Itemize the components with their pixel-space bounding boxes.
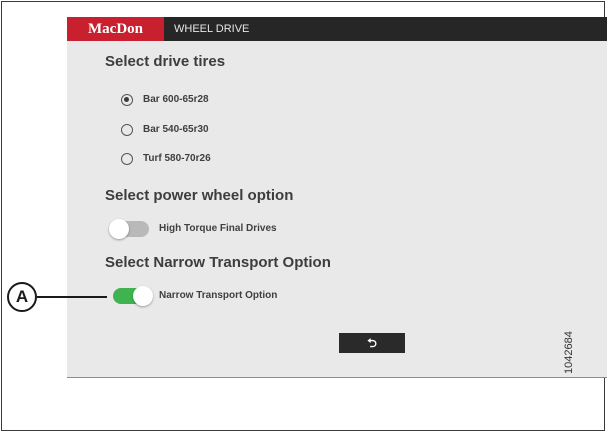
title-bar: MacDon WHEEL DRIVE xyxy=(67,17,607,41)
radio-checked-icon[interactable] xyxy=(121,94,133,106)
power-wheel-heading: Select power wheel option xyxy=(105,187,294,204)
high-torque-label: High Torque Final Drives xyxy=(159,223,277,234)
radio-unchecked-icon[interactable] xyxy=(121,124,133,136)
figure-number: 1042684 xyxy=(563,331,575,374)
figure-frame: MacDon WHEEL DRIVE Select drive tires Ba… xyxy=(1,1,607,431)
callout-leader-line xyxy=(37,296,107,298)
back-arrow-icon: ⮌ xyxy=(367,336,377,350)
high-torque-toggle[interactable] xyxy=(109,219,149,239)
callout-a: A xyxy=(7,282,37,312)
narrow-transport-heading: Select Narrow Transport Option xyxy=(105,254,331,271)
page-title: WHEEL DRIVE xyxy=(174,23,250,35)
drive-tires-heading: Select drive tires xyxy=(105,53,226,70)
tire-option-label: Turf 580-70r26 xyxy=(143,153,211,164)
tire-option-label: Bar 600-65r28 xyxy=(143,94,209,105)
toggle-knob xyxy=(109,219,129,239)
wheel-drive-screen: MacDon WHEEL DRIVE Select drive tires Ba… xyxy=(67,17,607,378)
narrow-transport-label: Narrow Transport Option xyxy=(159,290,278,301)
tire-option-label: Bar 540-65r30 xyxy=(143,124,209,135)
macdon-logo: MacDon xyxy=(67,17,164,41)
back-button[interactable]: ⮌ xyxy=(339,333,405,353)
radio-unchecked-icon[interactable] xyxy=(121,153,133,165)
narrow-transport-toggle[interactable] xyxy=(113,286,153,306)
toggle-knob xyxy=(133,286,153,306)
